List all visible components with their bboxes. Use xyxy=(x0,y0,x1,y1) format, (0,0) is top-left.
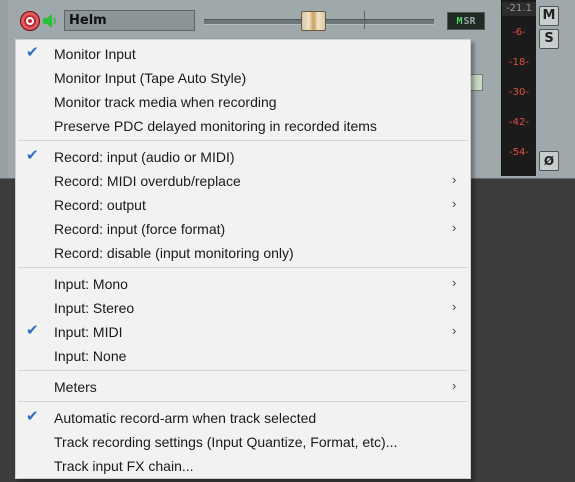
msr-m-label: M xyxy=(456,15,463,27)
menu-item[interactable]: Input: None xyxy=(16,344,470,368)
menu-item-label: Input: Stereo xyxy=(54,300,135,316)
submenu-arrow-icon: › xyxy=(452,323,457,338)
menu-item-label: Track input FX chain... xyxy=(54,458,194,474)
checkmark-icon: ✔ xyxy=(26,408,39,425)
menu-separator xyxy=(18,140,468,141)
monitor-speaker-icon[interactable] xyxy=(41,12,61,30)
meter-mark: -18- xyxy=(509,57,529,68)
solo-button[interactable]: S xyxy=(539,29,559,49)
submenu-arrow-icon: › xyxy=(452,172,457,187)
menu-item[interactable]: Track recording settings (Input Quantize… xyxy=(16,430,470,454)
submenu-arrow-icon: › xyxy=(452,299,457,314)
menu-item-label: Meters xyxy=(54,379,97,395)
menu-separator xyxy=(18,401,468,402)
menu-item-label: Input: None xyxy=(54,348,127,364)
menu-item-label: Automatic record-arm when track selected xyxy=(54,410,317,426)
menu-separator xyxy=(18,267,468,268)
track-color-strip xyxy=(0,0,8,178)
track-name-field[interactable]: Helm xyxy=(64,10,195,31)
meter-mark: -54- xyxy=(509,147,529,158)
checkmark-icon: ✔ xyxy=(26,322,39,339)
menu-separator xyxy=(18,370,468,371)
menu-item-label: Input: Mono xyxy=(54,276,128,292)
menu-item-label: Monitor Input (Tape Auto Style) xyxy=(54,70,247,86)
menu-item-label: Record: output xyxy=(54,197,146,213)
menu-item-label: Track recording settings (Input Quantize… xyxy=(54,434,398,450)
submenu-arrow-icon: › xyxy=(452,378,457,393)
menu-item[interactable]: Preserve PDC delayed monitoring in recor… xyxy=(16,114,470,138)
menu-item[interactable]: Input: Mono › xyxy=(16,272,470,296)
volume-fader-handle[interactable] xyxy=(301,11,326,31)
menu-item[interactable]: Monitor track media when recording xyxy=(16,90,470,114)
menu-item[interactable]: Track input FX chain... xyxy=(16,454,470,478)
menu-item[interactable]: Record: input (force format) › xyxy=(16,217,470,241)
checkmark-icon: ✔ xyxy=(26,147,39,164)
checkmark-icon: ✔ xyxy=(26,44,39,61)
meter-mark: -6- xyxy=(512,27,526,38)
menu-item[interactable]: ✔ Record: input (audio or MIDI) xyxy=(16,145,470,169)
menu-item[interactable]: Input: Stereo › xyxy=(16,296,470,320)
menu-item-label: Record: disable (input monitoring only) xyxy=(54,245,294,261)
submenu-arrow-icon: › xyxy=(452,220,457,235)
menu-item[interactable]: Meters › xyxy=(16,375,470,399)
menu-item[interactable]: ✔ Input: MIDI › xyxy=(16,320,470,344)
menu-item[interactable]: Record: output › xyxy=(16,193,470,217)
menu-item[interactable]: Monitor Input (Tape Auto Style) xyxy=(16,66,470,90)
mute-solo-rec-indicator[interactable]: M SR xyxy=(447,12,485,30)
menu-item-label: Record: input (audio or MIDI) xyxy=(54,149,235,165)
menu-item-label: Preserve PDC delayed monitoring in recor… xyxy=(54,118,377,134)
menu-item-label: Record: input (force format) xyxy=(54,221,226,237)
menu-item-label: Monitor track media when recording xyxy=(54,94,277,110)
fader-unity-tick xyxy=(364,11,365,29)
menu-item-label: Record: MIDI overdub/replace xyxy=(54,173,241,189)
menu-item[interactable]: Record: MIDI overdub/replace › xyxy=(16,169,470,193)
track-env-chip[interactable] xyxy=(469,74,483,91)
record-monitor-context-menu: ✔ Monitor Input Monitor Input (Tape Auto S… xyxy=(15,39,471,479)
submenu-arrow-icon: › xyxy=(452,196,457,211)
menu-item[interactable]: Record: disable (input monitoring only) xyxy=(16,241,470,265)
menu-item[interactable]: ✔ Automatic record-arm when track selecte… xyxy=(16,406,470,430)
menu-item-label: Monitor Input xyxy=(54,46,136,62)
menu-item-label: Input: MIDI xyxy=(54,324,123,340)
meter-peak-readout[interactable]: -21.1 xyxy=(502,2,536,16)
phase-invert-button[interactable]: Ø xyxy=(539,151,559,171)
meter-mark: -42- xyxy=(509,117,529,128)
meter-mark: -30- xyxy=(509,87,529,98)
submenu-arrow-icon: › xyxy=(452,275,457,290)
mute-button[interactable]: M xyxy=(539,6,559,26)
menu-item[interactable]: ✔ Monitor Input xyxy=(16,42,470,66)
record-arm-button[interactable] xyxy=(20,11,40,31)
msr-sr-label: SR xyxy=(463,15,476,27)
level-meter: -21.1 -6- -18- -30- -42- -54- xyxy=(501,0,536,176)
